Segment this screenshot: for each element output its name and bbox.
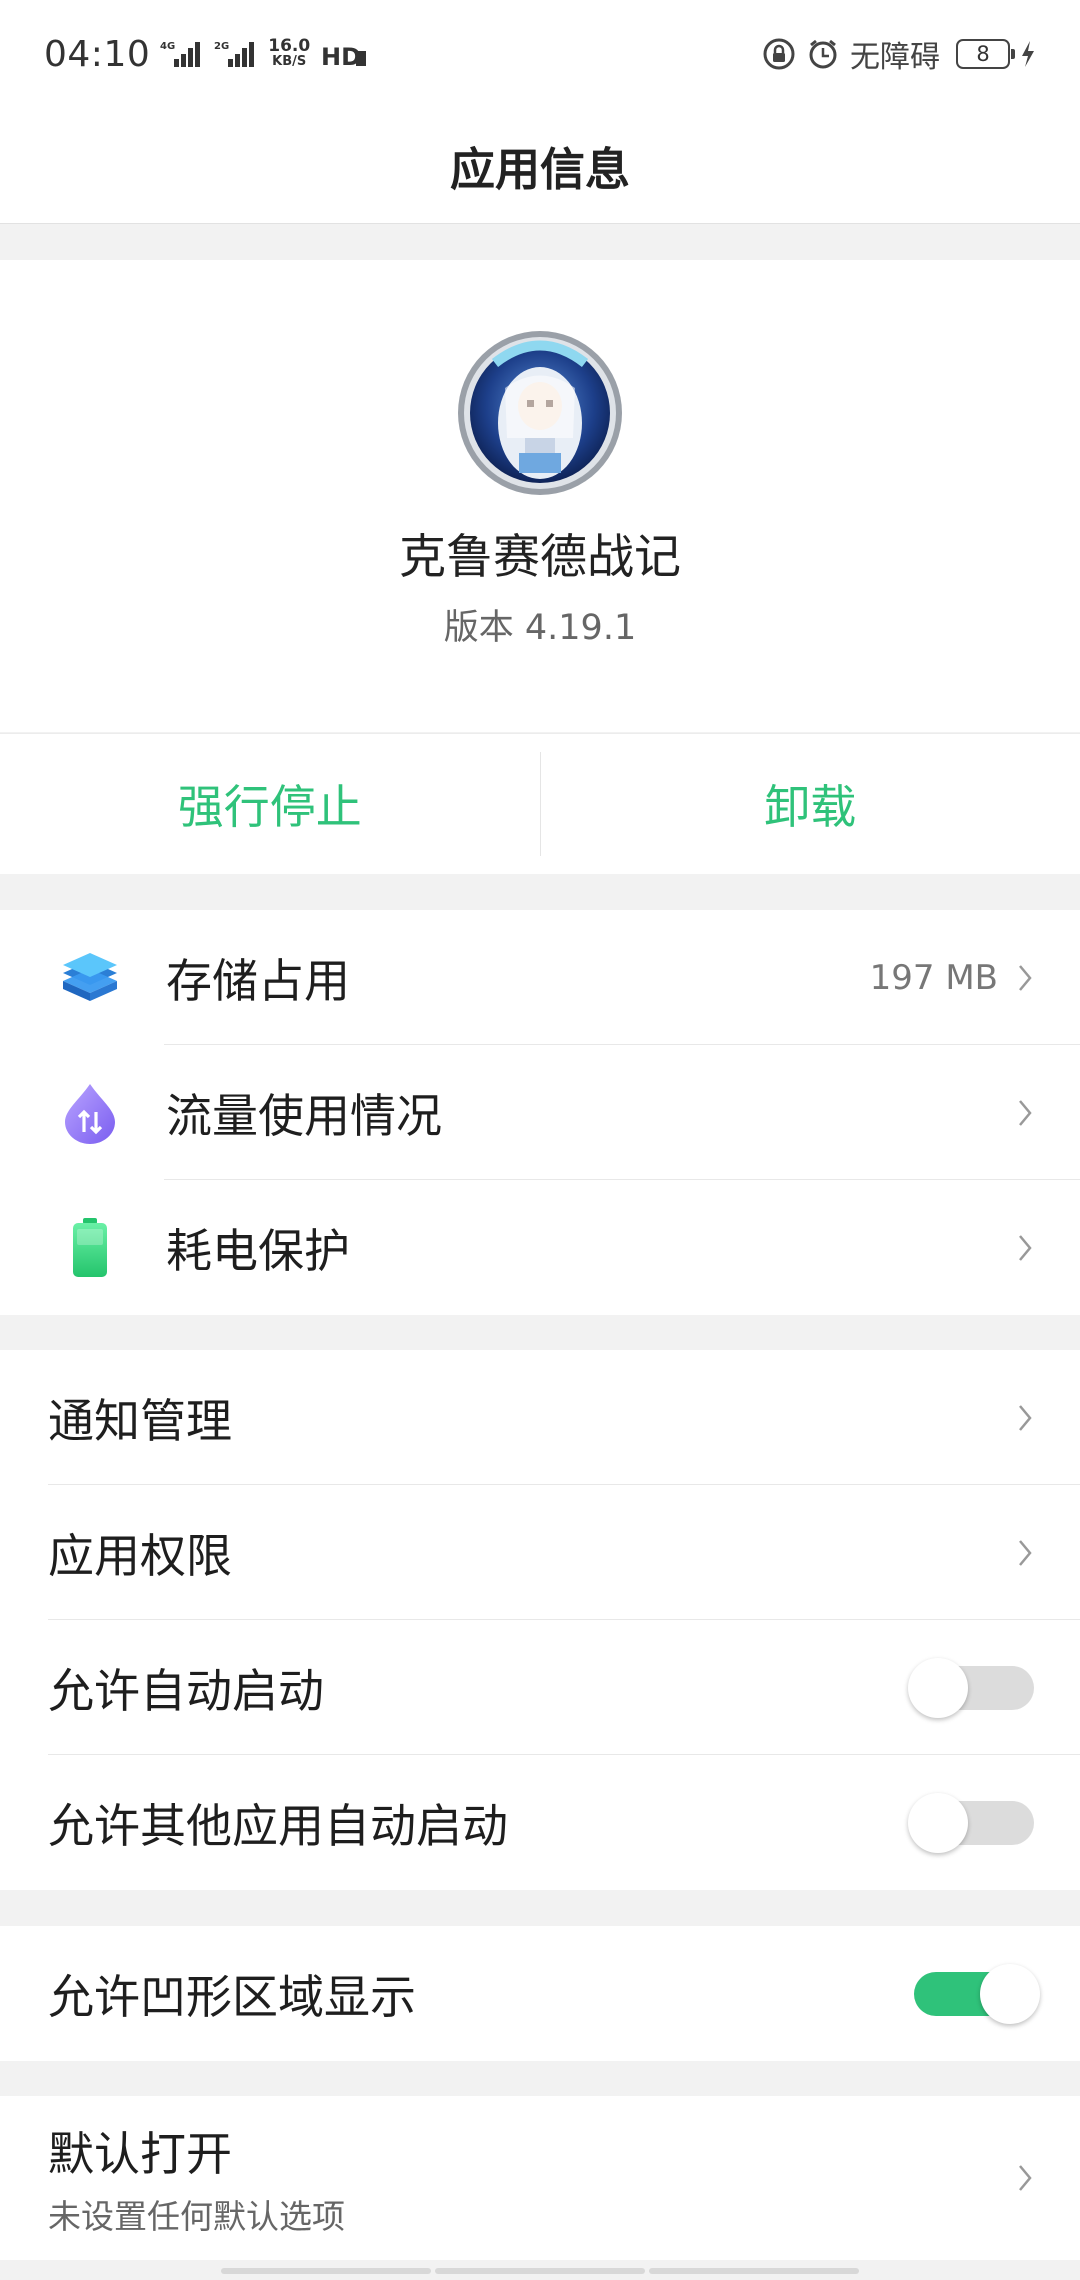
row-notch-label: 允许凹形区域显示 bbox=[48, 1969, 416, 2024]
row-auto-start-label: 允许自动启动 bbox=[48, 1663, 324, 1718]
uninstall-button[interactable]: 卸载 bbox=[541, 734, 1080, 874]
row-battery-protect[interactable]: 耗电保护 bbox=[0, 1180, 1080, 1315]
status-bar: 04:10 4G 2G 16.0 KB/S HD 无障碍 8 bbox=[0, 0, 1080, 108]
status-bar-left: 04:10 4G 2G 16.0 KB/S HD bbox=[44, 34, 368, 75]
row-storage-label: 存储占用 bbox=[166, 953, 350, 1008]
row-permissions-label: 应用权限 bbox=[48, 1528, 232, 1583]
battery-icon: 8 bbox=[956, 39, 1015, 69]
network-speed-unit: KB/S bbox=[272, 54, 307, 69]
charging-icon bbox=[1020, 39, 1036, 69]
page-title: 应用信息 bbox=[449, 143, 630, 196]
alarm-icon bbox=[806, 37, 840, 71]
chevron-right-icon bbox=[1019, 1234, 1032, 1261]
status-time: 04:10 bbox=[44, 33, 151, 75]
app-header-card: 克鲁赛德战记 版本 4.19.1 bbox=[0, 260, 1080, 732]
status-bar-right: 无障碍 8 bbox=[762, 32, 1036, 76]
row-storage[interactable]: 存储占用 197 MB bbox=[0, 910, 1080, 1045]
row-allow-other-auto-start: 允许其他应用自动启动 bbox=[0, 1755, 1080, 1890]
default-open-section: 默认打开 未设置任何默认选项 bbox=[0, 2096, 1080, 2260]
toggle-knob bbox=[980, 1963, 1040, 2024]
hd-label: HD bbox=[321, 43, 361, 69]
toggle-knob bbox=[908, 1657, 968, 1718]
hd-icon: HD bbox=[320, 39, 368, 69]
battery-protect-icon bbox=[58, 1216, 122, 1280]
accessibility-label: 无障碍 bbox=[850, 40, 940, 75]
row-storage-value: 197 MB bbox=[869, 957, 998, 998]
row-notification-label: 通知管理 bbox=[48, 1393, 232, 1448]
notch-section: 允许凹形区域显示 bbox=[0, 1926, 1080, 2061]
row-allow-other-label: 允许其他应用自动启动 bbox=[48, 1798, 508, 1853]
net1-label: 4G bbox=[160, 41, 175, 52]
row-data-usage[interactable]: 流量使用情况 bbox=[0, 1045, 1080, 1180]
app-version: 版本 4.19.1 bbox=[443, 608, 637, 648]
row-notification-management[interactable]: 通知管理 bbox=[0, 1350, 1080, 1485]
row-auto-start: 允许自动启动 bbox=[0, 1620, 1080, 1755]
net2-label: 2G bbox=[214, 41, 229, 52]
signal-icon: 4G bbox=[160, 39, 204, 69]
row-data-usage-label: 流量使用情况 bbox=[166, 1088, 442, 1143]
notch-display-toggle[interactable] bbox=[914, 1963, 1040, 2024]
storage-icon bbox=[58, 946, 122, 1010]
app-info-screen: 04:10 4G 2G 16.0 KB/S HD 无障碍 8 应用信息 克鲁赛德… bbox=[0, 0, 1080, 2280]
indicator-segment bbox=[221, 2268, 431, 2274]
action-bar: 强行停止 卸载 bbox=[0, 733, 1080, 874]
permissions-section: 通知管理 应用权限 允许自动启动 允许其他应用自动启动 bbox=[0, 1350, 1080, 1890]
chevron-right-icon bbox=[1019, 1099, 1032, 1126]
data-usage-icon bbox=[58, 1081, 122, 1145]
bottom-indicator bbox=[0, 2268, 1080, 2280]
indicator-segment bbox=[649, 2268, 859, 2274]
chevron-right-icon bbox=[1019, 2165, 1032, 2191]
app-icon bbox=[455, 328, 625, 498]
chevron-right-icon bbox=[1019, 1539, 1032, 1566]
auto-start-toggle[interactable] bbox=[908, 1657, 1034, 1718]
row-default-open-sublabel: 未设置任何默认选项 bbox=[48, 2197, 345, 2236]
force-stop-button[interactable]: 强行停止 bbox=[0, 734, 540, 874]
row-default-open[interactable]: 默认打开 未设置任何默认选项 bbox=[0, 2096, 1080, 2260]
app-name: 克鲁赛德战记 bbox=[399, 530, 681, 585]
indicator-segment bbox=[435, 2268, 645, 2274]
network-speed-value: 16.0 bbox=[268, 36, 311, 56]
default-open-text: 默认打开 未设置任何默认选项 bbox=[48, 2118, 1016, 2238]
chevron-right-icon bbox=[1019, 1404, 1032, 1431]
signal-icon-2: 2G bbox=[214, 39, 258, 69]
allow-other-auto-start-toggle[interactable] bbox=[908, 1792, 1034, 1853]
row-default-open-label: 默认打开 bbox=[48, 2127, 232, 2181]
network-speed: 16.0 KB/S bbox=[268, 36, 311, 70]
chevron-right-icon bbox=[1019, 964, 1032, 991]
toggle-knob bbox=[908, 1792, 968, 1853]
row-app-permissions[interactable]: 应用权限 bbox=[0, 1485, 1080, 1620]
usage-section: 存储占用 197 MB 流量使用情况 耗电保护 bbox=[0, 910, 1080, 1315]
row-notch-display: 允许凹形区域显示 bbox=[0, 1926, 1080, 2061]
title-bar: 应用信息 bbox=[0, 108, 1080, 224]
lock-rotation-icon bbox=[762, 37, 796, 71]
row-battery-protect-label: 耗电保护 bbox=[166, 1223, 350, 1278]
